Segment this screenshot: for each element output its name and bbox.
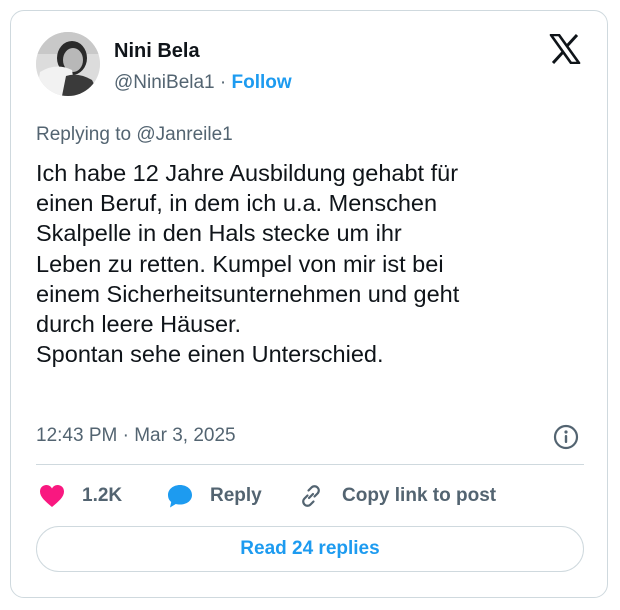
link-icon	[302, 485, 320, 507]
heart-icon	[40, 485, 64, 507]
copy-link-label: Copy link to post	[342, 485, 497, 506]
author-name[interactable]: Nini Bela	[114, 40, 200, 63]
like-button[interactable]: 1.2K	[38, 482, 122, 510]
reply-button[interactable]: Reply	[166, 482, 262, 510]
tweet-line: einem Sicherheitsunternehmen und geht	[36, 280, 460, 307]
follow-button[interactable]: Follow	[232, 72, 292, 93]
speech-bubble-icon	[168, 485, 192, 508]
separator-dot: ·	[219, 72, 227, 93]
read-replies-button[interactable]: Read 24 replies	[36, 526, 584, 572]
tweet-text: Ich habe 12 Jahre Ausbildung gehabt für …	[36, 158, 592, 369]
x-logo-icon[interactable]	[549, 33, 581, 65]
like-count: 1.2K	[82, 485, 123, 506]
divider	[36, 464, 584, 465]
copy-link-button[interactable]: Copy link to post	[298, 482, 496, 510]
tweet-line: Ich habe 12 Jahre Ausbildung gehabt für	[36, 160, 459, 186]
tweet-line: einen Beruf, in dem ich u.a. Menschen	[36, 190, 438, 217]
info-icon[interactable]	[553, 424, 579, 450]
tweet-line: durch leere Häuser.	[36, 311, 242, 338]
tweet-line: Leben zu retten. Kumpel von mir ist bei	[36, 250, 444, 277]
reply-label: Reply	[210, 485, 262, 506]
avatar[interactable]	[36, 32, 100, 96]
replying-to: Replying to @Janreile1	[36, 124, 233, 145]
author-handle[interactable]: @NiniBela1	[114, 72, 215, 93]
tweet-line: Spontan sehe einen Unterschied.	[36, 341, 384, 368]
timestamp[interactable]: 12:43 PM · Mar 3, 2025	[36, 425, 236, 447]
tweet-line: Skalpelle in den Hals stecke um ihr	[36, 220, 402, 247]
author-handle-row: @NiniBela1 · Follow	[114, 72, 292, 94]
